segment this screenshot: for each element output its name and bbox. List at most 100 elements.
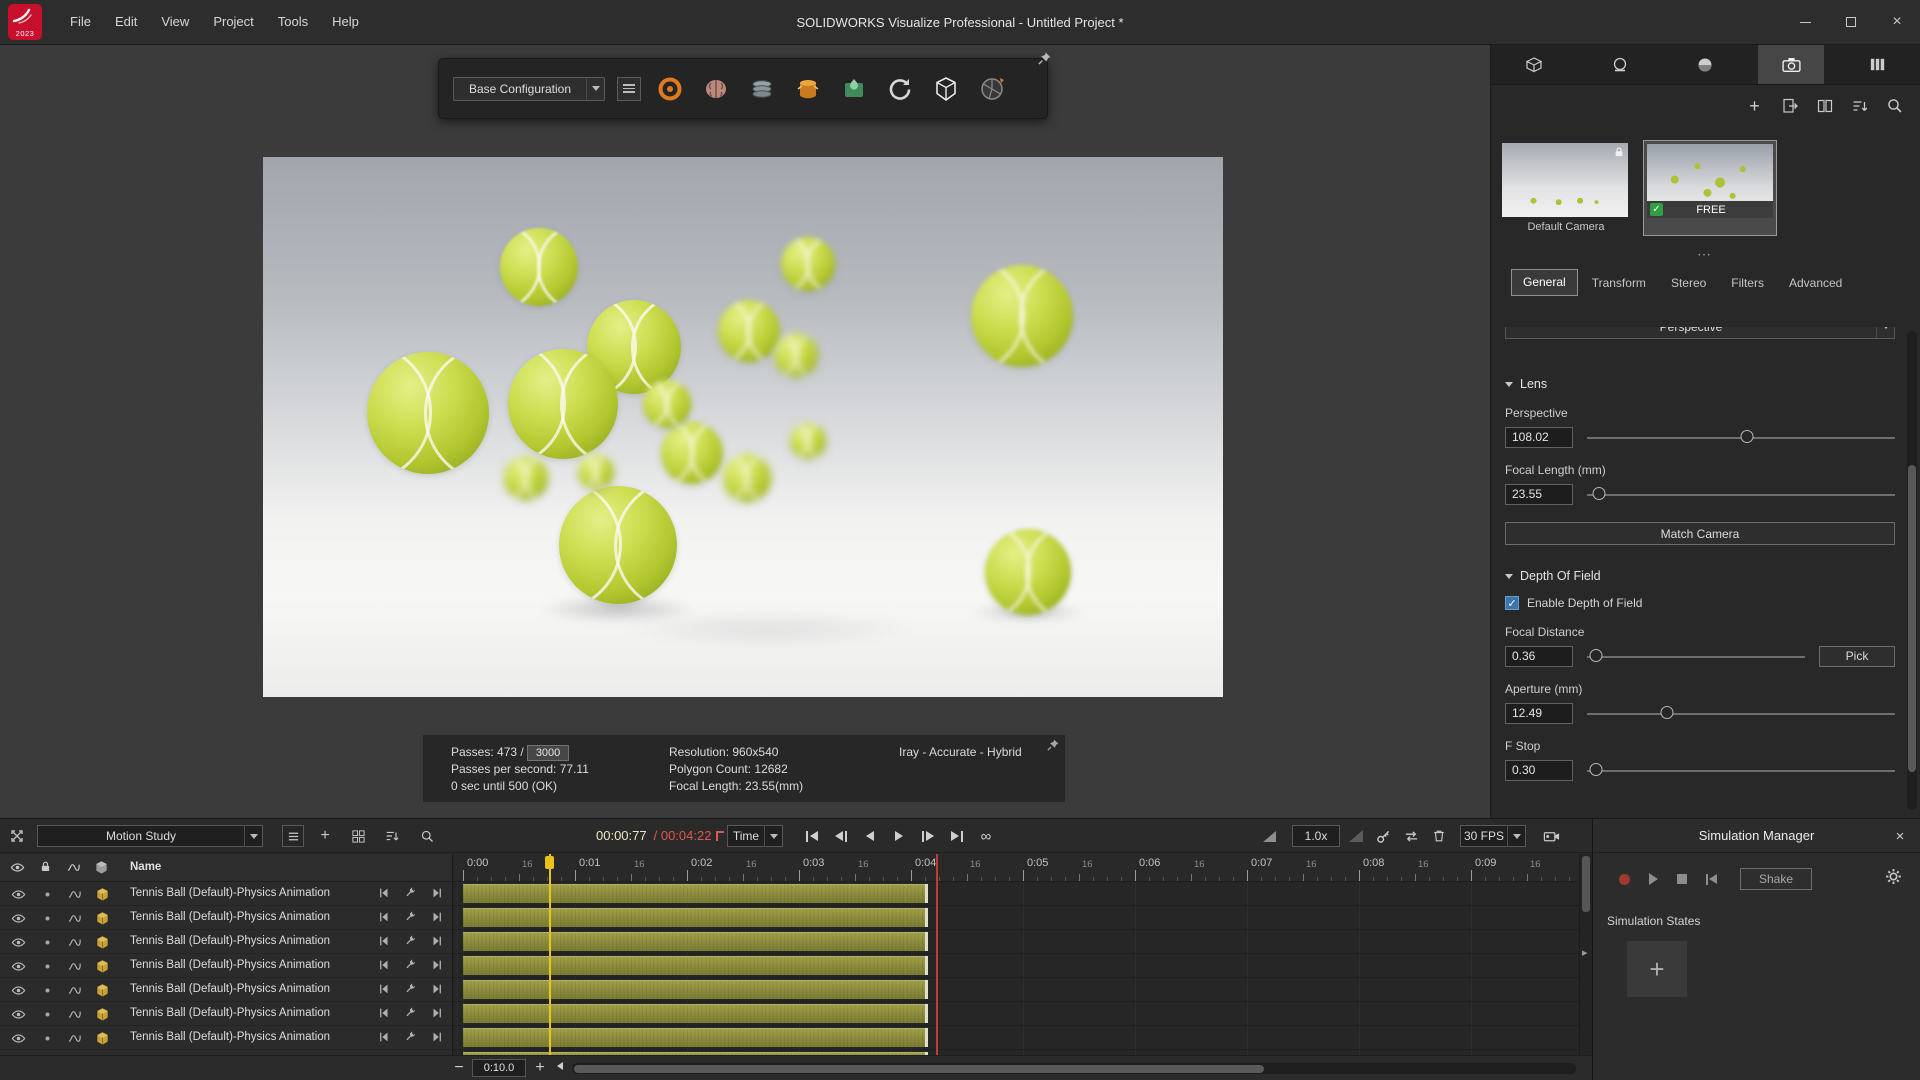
sort-tracks-icon[interactable] [381, 825, 403, 847]
visibility-icon[interactable] [10, 910, 26, 926]
animation-bar[interactable] [463, 1028, 928, 1047]
slider-handle[interactable] [1593, 487, 1606, 500]
prev-keyframe-icon[interactable] [377, 958, 391, 977]
end-marker[interactable] [936, 854, 938, 1055]
timeline-vertical-scrollbar[interactable]: ▸ [1579, 854, 1592, 1055]
track-row[interactable]: Tennis Ball (Default)-Physics Animation [0, 954, 452, 978]
maximize-button[interactable] [1828, 0, 1874, 44]
configuration-list-icon[interactable] [617, 77, 641, 101]
camera-card-default[interactable]: Default Camera [1499, 140, 1633, 236]
tab-transform[interactable]: Transform [1581, 271, 1657, 296]
chevron-down-icon[interactable] [586, 78, 604, 100]
speed-ramp-icon[interactable] [1345, 825, 1367, 847]
animation-bar[interactable] [463, 980, 928, 999]
aperture-input[interactable]: 12.49 [1505, 703, 1573, 724]
scrollbar-thumb[interactable] [574, 1065, 1264, 1073]
close-icon[interactable]: × [1890, 826, 1910, 846]
enable-dof-checkbox[interactable]: ✓ [1505, 596, 1519, 610]
track-bar-row[interactable] [453, 954, 1579, 978]
physics-settings-icon[interactable] [404, 1006, 417, 1025]
track-row[interactable]: Tennis Ball (Default)-Physics Animation [0, 930, 452, 954]
track-bar-row[interactable] [453, 1002, 1579, 1026]
aperture-slider[interactable] [1587, 703, 1895, 724]
match-camera-button[interactable]: Match Camera [1505, 522, 1895, 545]
lock-state-icon[interactable] [39, 934, 55, 950]
visibility-icon[interactable] [10, 886, 26, 902]
next-keyframe-icon[interactable] [430, 1006, 444, 1025]
animation-curve-icon[interactable] [66, 982, 82, 998]
models-tab-icon[interactable] [1501, 45, 1567, 84]
track-row[interactable]: Tennis Ball (Default)-Physics Animation [0, 978, 452, 1002]
track-bar-row[interactable] [453, 930, 1579, 954]
stop-simulation-icon[interactable] [1677, 874, 1687, 884]
sort-icon[interactable] [1846, 93, 1873, 119]
fstop-input[interactable]: 0.30 [1505, 760, 1573, 781]
track-grid[interactable]: 0:00160:01160:02160:03160:04160:05160:06… [453, 854, 1579, 1055]
tab-general[interactable]: General [1511, 269, 1578, 296]
render-output-icon[interactable] [929, 72, 963, 106]
next-keyframe-icon[interactable] [430, 886, 444, 905]
expand-panel-icon[interactable] [6, 825, 28, 847]
animation-bar[interactable] [463, 884, 928, 903]
lock-state-icon[interactable] [39, 1006, 55, 1022]
animation-bar[interactable] [463, 908, 928, 927]
lens-section-header[interactable]: Lens [1505, 377, 1895, 391]
zoom-in-icon[interactable]: + [533, 1059, 547, 1077]
camera-thumbnail[interactable] [1502, 143, 1628, 217]
prev-keyframe-icon[interactable] [377, 934, 391, 953]
playback-speed-input[interactable]: 1.0x [1292, 825, 1340, 847]
prev-keyframe-icon[interactable] [377, 1030, 391, 1049]
object-cube-icon[interactable] [94, 886, 110, 902]
texture-bucket-icon[interactable] [791, 72, 825, 106]
turntable-icon[interactable] [883, 72, 917, 106]
visibility-icon[interactable] [10, 934, 26, 950]
play-simulation-icon[interactable] [1649, 873, 1658, 885]
minimize-button[interactable] [1782, 0, 1828, 44]
slider-handle[interactable] [1589, 649, 1602, 662]
key-icon[interactable] [1372, 825, 1394, 847]
material-drop-icon[interactable] [837, 72, 871, 106]
track-bar-row[interactable] [453, 1026, 1579, 1050]
track-row[interactable]: Tennis Ball (Default)-Physics Animation [0, 882, 452, 906]
menu-view[interactable]: View [149, 0, 201, 44]
track-bar-row[interactable] [453, 906, 1579, 930]
panel-resize-handle[interactable]: ⋯ [1491, 248, 1920, 260]
object-cube-icon[interactable] [94, 982, 110, 998]
zoom-out-icon[interactable]: − [452, 1059, 466, 1077]
slider-handle[interactable] [1590, 763, 1603, 776]
animation-bar[interactable] [463, 1004, 928, 1023]
animation-curve-icon[interactable] [66, 910, 82, 926]
visibility-icon[interactable] [10, 1030, 26, 1046]
search-tracks-icon[interactable] [416, 825, 438, 847]
gear-icon[interactable] [1885, 868, 1902, 890]
animation-curve-icon[interactable] [66, 886, 82, 902]
next-keyframe-icon[interactable] [430, 1030, 444, 1049]
viewport[interactable]: Base Configuration [0, 45, 1490, 818]
scroll-left-icon[interactable] [554, 1062, 566, 1070]
focal-length-slider[interactable] [1587, 484, 1895, 505]
scenes-tab-icon[interactable] [1844, 45, 1910, 84]
timeline-ruler[interactable]: 0:00160:01160:02160:03160:04160:05160:06… [453, 854, 1579, 882]
pin-icon[interactable] [1047, 739, 1059, 756]
visibility-column-icon[interactable] [10, 860, 25, 880]
lock-state-icon[interactable] [39, 1030, 55, 1046]
play-reverse-button[interactable] [857, 825, 883, 847]
slider-handle[interactable] [1741, 430, 1754, 443]
object-column-icon[interactable] [94, 860, 109, 880]
go-to-end-button[interactable] [944, 825, 970, 847]
scrollbar-thumb[interactable] [1908, 465, 1916, 772]
track-row[interactable]: Tennis Ball (Default)-Physics Animation [0, 1026, 452, 1050]
perspective-slider[interactable] [1587, 427, 1895, 448]
track-row[interactable]: Tennis Ball (Default)-Physics Animation [0, 906, 452, 930]
swap-keys-icon[interactable] [1400, 825, 1422, 847]
environments-tab-icon[interactable] [1672, 45, 1738, 84]
physics-settings-icon[interactable] [404, 982, 417, 1001]
focal-distance-slider[interactable] [1587, 646, 1805, 667]
render-image[interactable] [263, 157, 1223, 697]
record-simulation-icon[interactable] [1619, 874, 1630, 885]
loop-button[interactable]: ∞ [973, 825, 999, 847]
step-forward-button[interactable] [915, 825, 941, 847]
keyframe-grid-icon[interactable] [347, 825, 369, 847]
menu-project[interactable]: Project [201, 0, 265, 44]
pin-icon[interactable] [1038, 52, 1051, 70]
